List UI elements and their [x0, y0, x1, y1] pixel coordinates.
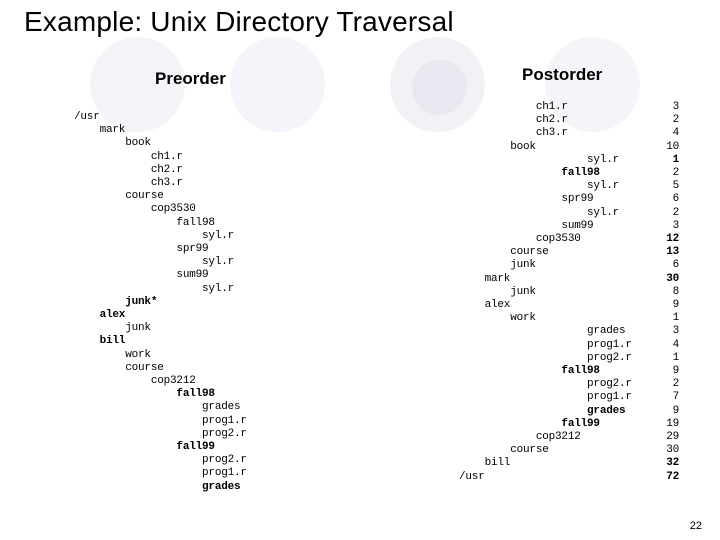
postorder-line: fall9919 [459, 418, 679, 431]
postorder-line: mark30 [459, 273, 679, 286]
postorder-line: prog1.r7 [459, 391, 679, 404]
preorder-line: ch3.r [74, 177, 414, 190]
postorder-line: ch1.r3 [459, 101, 679, 114]
preorder-line: junk [74, 322, 414, 335]
preorder-line: prog2.r [74, 454, 414, 467]
postorder-line: syl.r5 [459, 180, 679, 193]
postorder-listing: ch1.r3 ch2.r2 ch3.r4 book10 syl.r1 fall9… [459, 101, 679, 484]
postorder-line: ch3.r4 [459, 127, 679, 140]
postorder-line: spr996 [459, 193, 679, 206]
postorder-line: prog2.r2 [459, 378, 679, 391]
preorder-line: prog1.r [74, 415, 414, 428]
postorder-column-title: Postorder [522, 65, 602, 85]
preorder-line: fall98 [74, 388, 414, 401]
postorder-line: fall982 [459, 167, 679, 180]
preorder-column-title: Preorder [155, 69, 226, 89]
preorder-line: /usr [74, 111, 414, 124]
preorder-line: ch2.r [74, 164, 414, 177]
postorder-line: sum993 [459, 220, 679, 233]
slide-title: Example: Unix Directory Traversal [24, 6, 454, 38]
preorder-line: syl.r [74, 230, 414, 243]
postorder-line: grades9 [459, 405, 679, 418]
postorder-line: /usr72 [459, 471, 679, 484]
postorder-line: course13 [459, 246, 679, 259]
postorder-line: cop321229 [459, 431, 679, 444]
page-number: 22 [690, 520, 702, 532]
postorder-line: work1 [459, 312, 679, 325]
preorder-line: spr99 [74, 243, 414, 256]
preorder-line: fall99 [74, 441, 414, 454]
postorder-line: junk6 [459, 259, 679, 272]
postorder-line: junk8 [459, 286, 679, 299]
preorder-line: work [74, 349, 414, 362]
preorder-line: junk* [74, 296, 414, 309]
preorder-line: prog1.r [74, 467, 414, 480]
preorder-line: cop3530 [74, 203, 414, 216]
preorder-line: fall98 [74, 217, 414, 230]
postorder-line: prog1.r4 [459, 339, 679, 352]
postorder-line: syl.r2 [459, 207, 679, 220]
preorder-line: syl.r [74, 283, 414, 296]
postorder-line: ch2.r2 [459, 114, 679, 127]
preorder-line: mark [74, 124, 414, 137]
postorder-line: book10 [459, 141, 679, 154]
preorder-line: sum99 [74, 269, 414, 282]
postorder-line: cop353012 [459, 233, 679, 246]
postorder-line: prog2.r1 [459, 352, 679, 365]
preorder-line: prog2.r [74, 428, 414, 441]
postorder-line: bill32 [459, 457, 679, 470]
postorder-line: syl.r1 [459, 154, 679, 167]
preorder-line: course [74, 190, 414, 203]
preorder-line: ch1.r [74, 151, 414, 164]
postorder-line: course30 [459, 444, 679, 457]
preorder-line: syl.r [74, 256, 414, 269]
preorder-line: book [74, 137, 414, 150]
preorder-line: grades [74, 401, 414, 414]
preorder-listing: /usr mark book ch1.r ch2.r ch3.r course … [74, 111, 414, 494]
preorder-line: grades [74, 481, 414, 494]
preorder-line: cop3212 [74, 375, 414, 388]
preorder-line: bill [74, 335, 414, 348]
preorder-line: alex [74, 309, 414, 322]
postorder-line: alex9 [459, 299, 679, 312]
postorder-line: fall989 [459, 365, 679, 378]
preorder-line: course [74, 362, 414, 375]
postorder-line: grades3 [459, 325, 679, 338]
